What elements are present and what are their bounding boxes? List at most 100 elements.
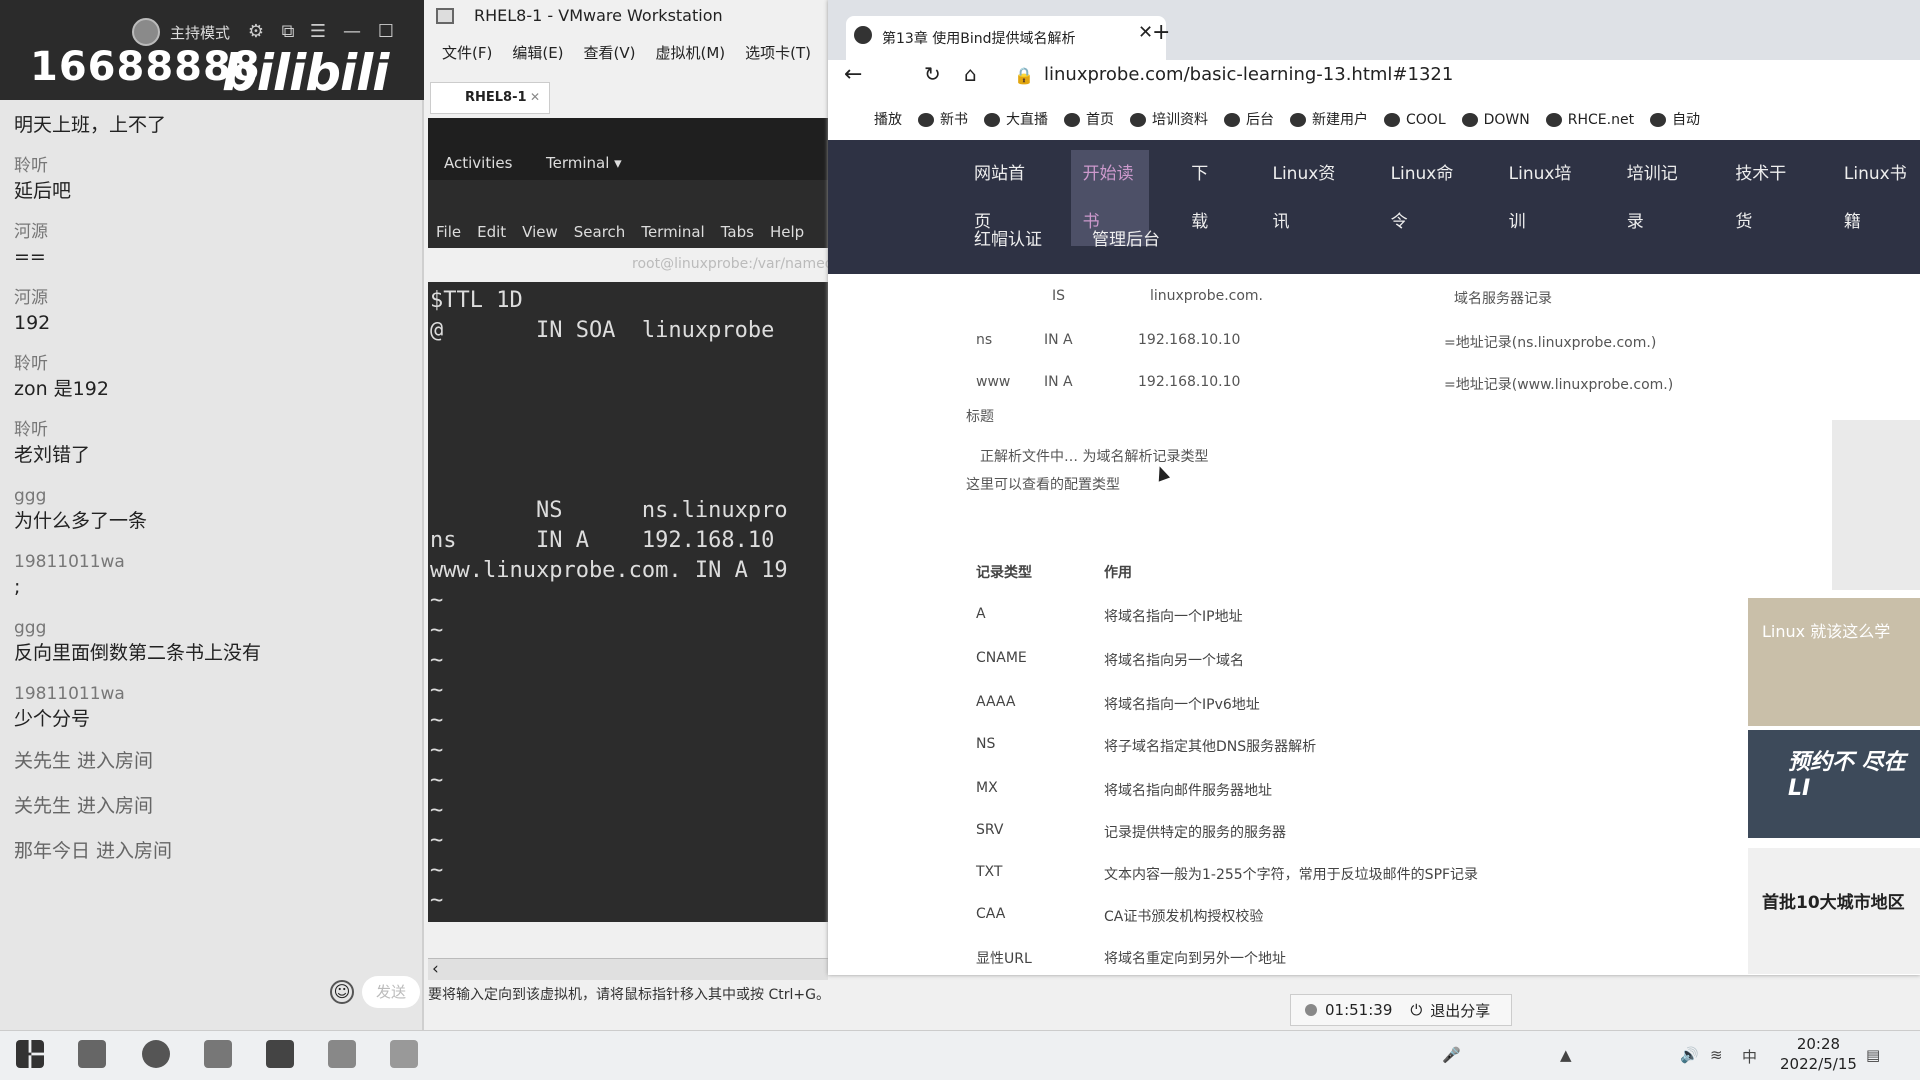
record-type: CAA [976, 906, 1006, 922]
reload-icon[interactable]: ↻ [924, 62, 941, 86]
ime-indicator[interactable]: 中 [1742, 1046, 1757, 1067]
vmware-menubar: 文件(F) 编辑(E) 查看(V) 虚拟机(M) 选项卡(T) 帮 [442, 42, 846, 66]
clock-date: 2022/5/15 [1780, 1055, 1857, 1073]
new-tab-icon[interactable]: + [1152, 20, 1170, 45]
nav-redhat-cert[interactable]: 红帽认证 [962, 216, 1054, 264]
bookmark[interactable]: 后台 [1224, 104, 1274, 136]
bookmark-icon [1130, 113, 1146, 127]
zone-cell: 192.168.10.10 [1138, 374, 1241, 390]
activities-button[interactable]: Activities [444, 154, 512, 172]
close-icon[interactable]: ✕ [1138, 22, 1153, 43]
table-header: 作用 [1104, 565, 1132, 581]
nav-download[interactable]: 下载 [1179, 150, 1230, 246]
bookmark[interactable]: 首页 [1064, 104, 1114, 136]
bilibili-logo: bilibili [222, 44, 389, 102]
terminal-icon[interactable] [266, 1040, 294, 1068]
record-type: CNAME [976, 650, 1027, 666]
send-button[interactable]: 发送 [362, 976, 420, 1008]
menu-tabs[interactable]: 选项卡(T) [745, 42, 811, 66]
terminal-line: ~ [430, 678, 444, 703]
menu-vm[interactable]: 虚拟机(M) [656, 42, 726, 66]
nav-linux-books[interactable]: Linux书籍 [1832, 150, 1920, 246]
bookmark[interactable]: 培训资料 [1130, 104, 1208, 136]
menu-view[interactable]: 查看(V) [584, 42, 636, 66]
menu-file[interactable]: 文件(F) [442, 42, 492, 66]
record-desc: 记录提供特定的服务的服务器 [1104, 825, 1286, 841]
emoji-button[interactable]: ☺ [330, 980, 354, 1004]
chat-message: 聆听 延后吧 [14, 156, 72, 202]
menu-edit[interactable]: 编辑(E) [512, 42, 563, 66]
zone-cell: 192.168.10.10 [1138, 332, 1241, 348]
maximize-icon[interactable]: ☐ [374, 20, 398, 44]
record-desc: 将子域名指定其他DNS服务器解析 [1104, 739, 1317, 755]
nav-training-records[interactable]: 培训记录 [1615, 150, 1694, 246]
term-menu-search[interactable]: Search [574, 216, 626, 248]
notes-icon[interactable] [328, 1040, 356, 1068]
clock-time: 20:28 [1796, 1035, 1841, 1053]
chevron-up-icon[interactable]: ▲ [1560, 1046, 1572, 1064]
terminal-output[interactable]: $TTL 1D @ IN SOA linuxprobe NS ns.linuxp… [428, 282, 828, 922]
bookmark[interactable]: 新建用户 [1290, 104, 1368, 136]
host-mode-label[interactable]: 主持模式 [170, 22, 230, 43]
terminal-app-menu[interactable]: Terminal ▾ [546, 154, 622, 172]
zone-cell: linuxprobe.com. [1150, 288, 1264, 304]
chat-message: 明天上班，上不了 [14, 114, 167, 136]
power-icon: ⏻ [1410, 1001, 1423, 1019]
bookmark[interactable]: 自动 [1650, 104, 1700, 136]
bookmark[interactable]: COOL [1384, 104, 1446, 136]
address-bar[interactable]: linuxprobe.com/basic-learning-13.html#13… [1044, 64, 1453, 85]
term-menu-help[interactable]: Help [770, 216, 804, 248]
record-desc: 将域名指向邮件服务器地址 [1104, 783, 1272, 799]
terminal-line: ~ [430, 828, 444, 853]
bookmark[interactable]: 新书 [918, 104, 968, 136]
nav-linux-news[interactable]: Linux资讯 [1260, 150, 1348, 246]
zone-cell: =地址记录(ns.linuxprobe.com.) [1444, 335, 1657, 351]
close-icon[interactable]: ✕ [530, 90, 540, 104]
app-icon[interactable] [390, 1040, 418, 1068]
bookmark[interactable]: 大直播 [984, 104, 1048, 136]
term-menu-view[interactable]: View [522, 216, 558, 248]
exit-share-button[interactable]: 退出分享 [1430, 1000, 1490, 1021]
nav-linux-commands[interactable]: Linux命令 [1379, 150, 1467, 246]
file-explorer-icon[interactable] [78, 1040, 106, 1068]
terminal-line: www.linuxprobe.com. IN A 19 [430, 558, 788, 583]
terminal-line: ~ [430, 768, 444, 793]
terminal-line: @ IN SOA linuxprobe [430, 318, 775, 343]
scroll-left-icon[interactable]: ‹ [428, 959, 439, 979]
taskbar-clock[interactable]: 20:28 2022/5/15 [1780, 1034, 1857, 1074]
tab-favicon-icon [854, 26, 872, 44]
term-menu-file[interactable]: File [436, 216, 461, 248]
browser-icon[interactable] [142, 1040, 170, 1068]
record-type: SRV [976, 822, 1004, 838]
nav-admin[interactable]: 管理后台 [1080, 216, 1172, 264]
wifi-icon[interactable]: ≋ [1710, 1046, 1723, 1064]
notification-icon[interactable]: ▤ [1866, 1046, 1880, 1064]
nav-tech[interactable]: 技术干货 [1723, 150, 1802, 246]
bookmark[interactable]: DOWN [1461, 104, 1530, 136]
ad-banner[interactable]: Linux 就该这么学 [1748, 598, 1920, 726]
mascot-image [1832, 420, 1920, 590]
horizontal-scrollbar[interactable]: ‹ [428, 958, 828, 980]
terminal-line: ~ [430, 708, 444, 733]
term-menu-tabs[interactable]: Tabs [721, 216, 754, 248]
term-menu-terminal[interactable]: Terminal [641, 216, 704, 248]
volume-icon[interactable]: 🔊 [1680, 1046, 1699, 1064]
popout-icon[interactable]: ⧉ [276, 20, 300, 44]
minimize-icon[interactable]: — [340, 20, 364, 44]
bookmark[interactable]: RHCE.net [1545, 104, 1634, 136]
microphone-icon[interactable]: 🎤 [1442, 1046, 1461, 1064]
paragraph: 正解析文件中… 为域名解析记录类型 [980, 449, 1209, 465]
ad-banner[interactable]: 首批10大城市地区 [1748, 848, 1920, 974]
back-icon[interactable]: ← [844, 62, 862, 87]
host-avatar[interactable] [132, 18, 160, 46]
bookmark[interactable]: 播放 [874, 104, 902, 136]
nav-linux-training[interactable]: Linux培训 [1497, 150, 1585, 246]
menu-icon[interactable]: ☰ [306, 20, 330, 44]
settings-icon[interactable]: ⚙ [244, 20, 268, 44]
chat-message-list: 明天上班，上不了 聆听 延后吧 河源 == 河源 192 聆听 zon 是192 聆听老… [14, 112, 414, 972]
term-menu-edit[interactable]: Edit [477, 216, 506, 248]
vmware-icon[interactable] [204, 1040, 232, 1068]
ad-banner[interactable]: 预约不 尽在LI [1748, 730, 1920, 838]
home-icon[interactable]: ⌂ [964, 62, 977, 86]
browser-tab[interactable]: 第13章 使用Bind提供域名解析 [846, 16, 1166, 60]
